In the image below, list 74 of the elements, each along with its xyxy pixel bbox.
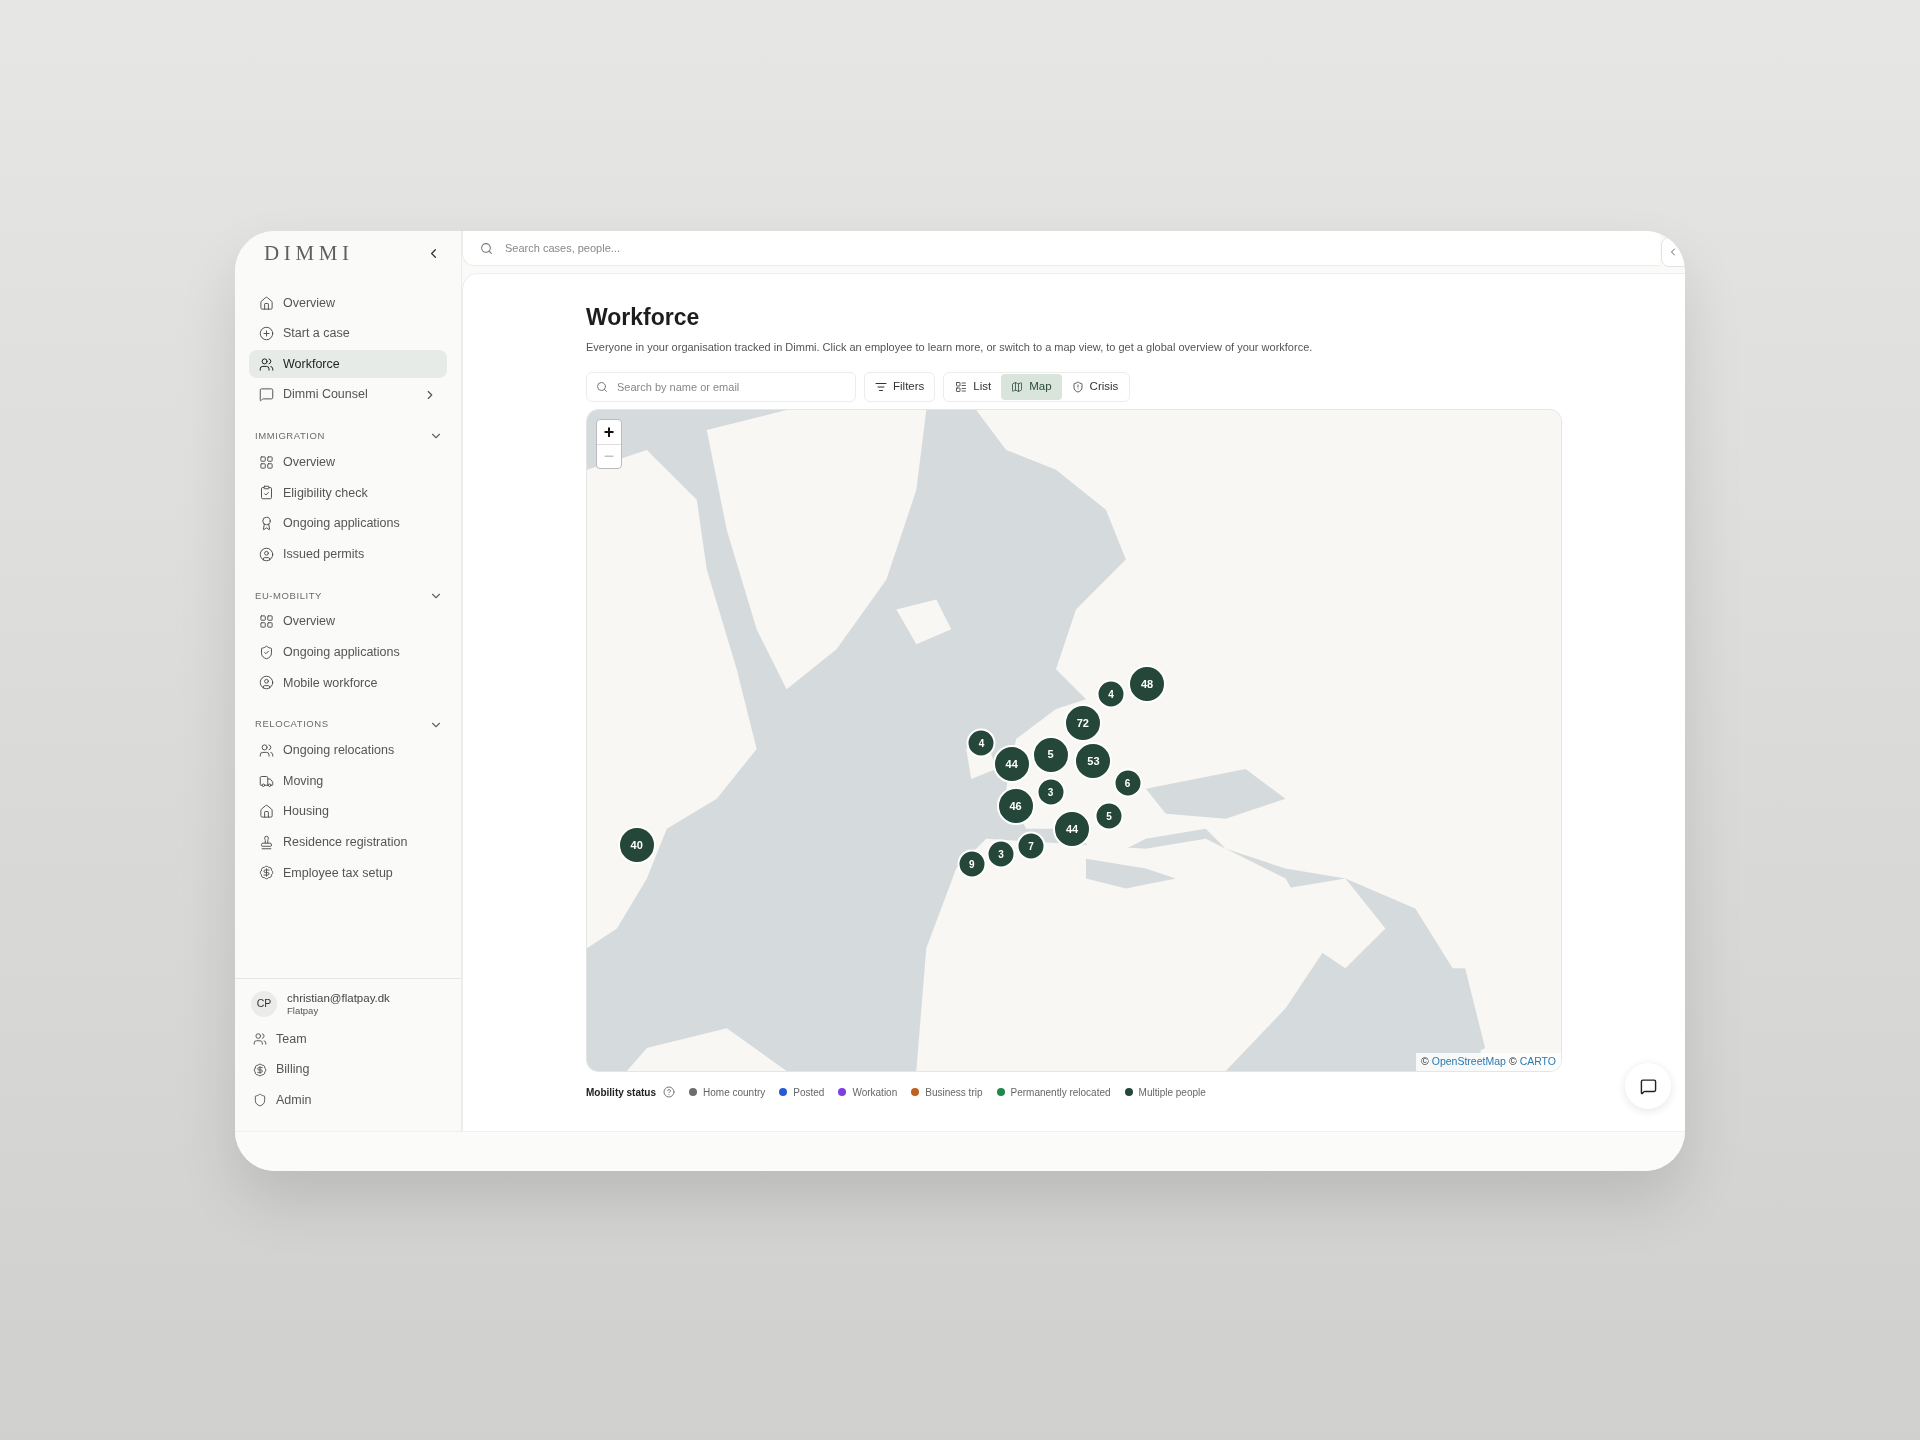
nav-item[interactable]: Issued permits: [249, 540, 447, 569]
filter-icon: [875, 380, 887, 393]
chat-icon: [1639, 1077, 1657, 1095]
logo: DIMMI: [264, 239, 354, 267]
users-icon: [259, 356, 274, 372]
nav-item[interactable]: Moving: [249, 767, 447, 796]
list-icon: [955, 380, 968, 393]
nav-item[interactable]: Overview: [249, 607, 447, 636]
section-heading: IMMIGRATION: [255, 429, 325, 444]
nav-item[interactable]: Mobile workforce: [249, 668, 447, 697]
shield-check-icon: [259, 644, 274, 660]
nav-item[interactable]: Overview: [249, 289, 447, 317]
attribution-text: ©: [1508, 1053, 1517, 1069]
truck-icon: [259, 773, 274, 789]
nav-item[interactable]: Eligibility check: [249, 478, 447, 507]
grid-icon: [259, 454, 274, 470]
stamp-icon: [259, 834, 274, 850]
chat-icon: [259, 387, 274, 403]
users-icon: [253, 1032, 267, 1047]
nav-item[interactable]: Housing: [249, 797, 447, 826]
shield-alert-icon: [1071, 380, 1084, 393]
legend-label: Home country: [703, 1085, 766, 1100]
section-heading: RELOCATIONS: [255, 717, 329, 732]
view-tab[interactable]: List: [945, 373, 1002, 400]
legend-label: Posted: [793, 1085, 825, 1100]
house-icon: [259, 804, 274, 820]
avatar: CP: [251, 991, 277, 1018]
house-icon: [259, 295, 274, 311]
section-heading: EU-MOBILITY: [255, 588, 322, 603]
attribution-link[interactable]: OpenStreetMap: [1431, 1053, 1506, 1070]
chat-button[interactable]: [1625, 1063, 1671, 1109]
legend-label: Business trip: [925, 1085, 983, 1100]
nav-item[interactable]: Dimmi Counsel: [249, 380, 447, 409]
plus-circle-icon: [259, 326, 274, 342]
shield-icon: [253, 1093, 267, 1108]
search-icon: [596, 380, 608, 393]
legend-label: Workation: [852, 1085, 898, 1100]
nav-item[interactable]: Residence registration: [249, 828, 447, 857]
map-icon: [1011, 380, 1024, 393]
filters-button[interactable]: Filters: [864, 371, 936, 402]
dollar-icon: [253, 1062, 267, 1077]
nav-item[interactable]: Ongoing applications: [249, 509, 447, 538]
page-title: Workforce: [586, 306, 701, 329]
view-tab[interactable]: Crisis: [1061, 373, 1129, 400]
user-circle-icon: [259, 675, 274, 691]
zoom-in-button[interactable]: +: [597, 419, 621, 444]
attribution-text: ©: [1421, 1053, 1429, 1069]
account-organisation: Flatpay: [287, 1005, 320, 1018]
page-description: Everyone in your organisation tracked in Dimmi. Click an employee to learn more, or switch to a map view, to get a global overview of your workforce.: [586, 340, 1314, 355]
legend-label: Permanently relocated: [1010, 1085, 1111, 1100]
nav-item[interactable]: Workforce: [249, 350, 447, 379]
users-icon: [259, 743, 274, 759]
attribution-link[interactable]: CARTO: [1519, 1053, 1556, 1070]
nav-item[interactable]: Admin: [251, 1086, 445, 1115]
nav-item[interactable]: Overview: [249, 448, 447, 477]
employee-search-field[interactable]: Search by name or email: [586, 371, 856, 402]
search-icon: [480, 242, 493, 255]
nav-item[interactable]: Ongoing applications: [249, 638, 447, 667]
nav-item[interactable]: Employee tax setup: [249, 858, 447, 887]
nav-item[interactable]: Team: [251, 1025, 445, 1054]
grid-icon: [259, 614, 274, 630]
nav-item[interactable]: Ongoing relocations: [249, 736, 447, 765]
nav-item[interactable]: Start a case: [249, 319, 447, 348]
clipboard-icon: [259, 485, 274, 501]
award-icon: [259, 516, 274, 532]
legend-label: Multiple people: [1138, 1085, 1206, 1100]
help-icon: [663, 1086, 675, 1098]
user-circle-icon: [259, 546, 274, 562]
global-search-field[interactable]: Search cases, people...: [462, 231, 1660, 266]
nav-item[interactable]: Billing: [251, 1055, 445, 1084]
legend-title: Mobility status: [586, 1085, 656, 1100]
account-email: christian@flatpay.dk: [287, 990, 390, 1006]
dollar-icon: [259, 865, 274, 881]
view-tab[interactable]: Map: [1001, 373, 1062, 400]
